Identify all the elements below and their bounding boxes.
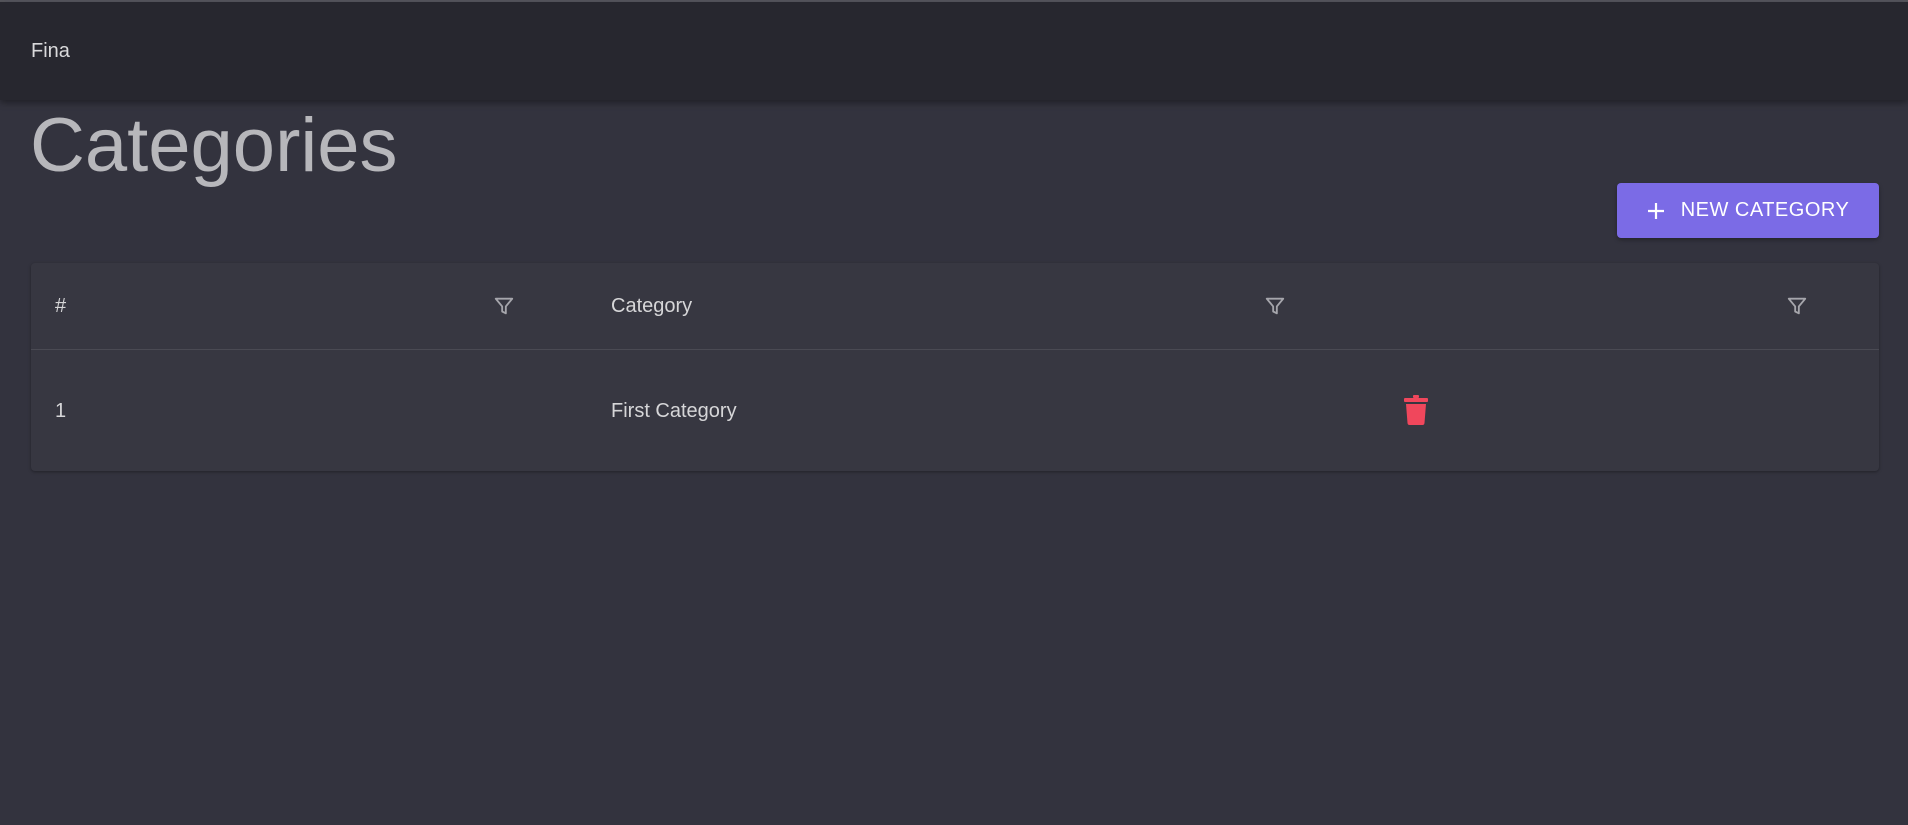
plus-icon — [1647, 202, 1665, 220]
filter-id-button[interactable] — [490, 292, 518, 320]
page-title: Categories — [30, 103, 398, 188]
table-row[interactable]: 1 First Category — [31, 350, 1879, 471]
app-bar: Fina — [0, 2, 1908, 100]
column-header-id[interactable]: # — [55, 295, 66, 318]
filter-category-button[interactable] — [1261, 292, 1289, 320]
new-category-button[interactable]: NEW CATEGORY — [1617, 183, 1879, 238]
filter-icon — [494, 297, 514, 315]
delete-category-button[interactable] — [1401, 393, 1431, 427]
row-id: 1 — [55, 400, 67, 422]
table-header: # Category — [31, 263, 1879, 350]
filter-icon — [1265, 297, 1285, 315]
categories-table: # Category 1 First Category — [31, 263, 1879, 471]
row-category: First Category — [611, 400, 737, 422]
new-category-label: NEW CATEGORY — [1680, 199, 1850, 221]
app-title[interactable]: Fina — [31, 40, 70, 63]
trash-icon — [1404, 395, 1428, 425]
filter-actions-button[interactable] — [1783, 292, 1811, 320]
column-header-category[interactable]: Category — [611, 295, 692, 318]
filter-icon — [1787, 297, 1807, 315]
